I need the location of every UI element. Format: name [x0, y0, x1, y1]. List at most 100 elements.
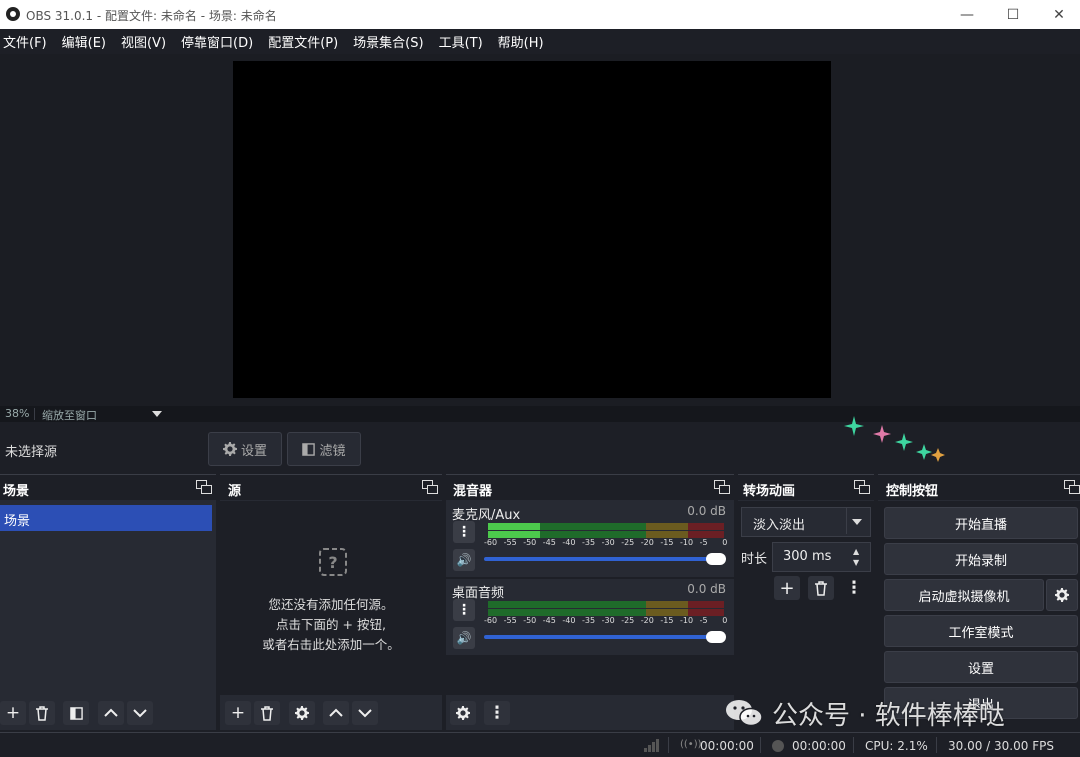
maximize-button[interactable]: ☐ [990, 0, 1036, 29]
undock-icon[interactable] [196, 480, 212, 494]
spin-up-icon[interactable]: ▲ [853, 547, 859, 556]
mute-button[interactable]: 🔊 [453, 549, 475, 571]
duration-spinbox[interactable]: 300 ms ▲ ▼ [772, 542, 871, 572]
move-source-up-button[interactable] [323, 701, 349, 725]
plus-icon: + [779, 577, 795, 599]
mixer-title: 混音器 [453, 484, 493, 499]
speaker-icon: 🔊 [456, 631, 472, 645]
obs-logo-icon [6, 7, 20, 21]
remove-source-button[interactable] [254, 701, 280, 725]
undock-icon[interactable] [422, 480, 438, 494]
menu-docks[interactable]: 停靠窗口(D) [178, 32, 261, 51]
controls-dock: 控制按钮 开始直播 开始录制 启动虚拟摄像机 工作室模式 设置 退出 [878, 474, 1080, 730]
minimize-button[interactable]: — [944, 0, 990, 29]
menu-bar: 文件(F) 编辑(E) 视图(V) 停靠窗口(D) 配置文件(P) 场景集合(S… [0, 29, 1080, 54]
undock-icon[interactable] [714, 480, 730, 494]
remove-transition-button[interactable] [808, 576, 834, 600]
menu-view[interactable]: 视图(V) [118, 32, 174, 51]
window-title: OBS 31.0.1 - 配置文件: 未命名 - 场景: 未命名 [26, 9, 277, 23]
menu-edit[interactable]: 编辑(E) [59, 32, 114, 51]
stream-time: 00:00:00 [700, 739, 754, 753]
divider [34, 408, 35, 420]
chevron-down-icon[interactable] [152, 411, 162, 417]
channel-menu-button[interactable]: ⋮ [453, 599, 475, 621]
gear-icon [222, 442, 237, 456]
settings-button[interactable]: 设置 [884, 651, 1078, 683]
add-transition-button[interactable]: + [774, 576, 800, 600]
chevron-down-icon [852, 519, 862, 525]
transition-select[interactable]: 淡入淡出 [741, 507, 871, 537]
studio-mode-button[interactable]: 工作室模式 [884, 615, 1078, 647]
virtual-camera-button[interactable]: 启动虚拟摄像机 [884, 579, 1044, 611]
divider [936, 737, 937, 753]
slider-knob[interactable] [706, 553, 726, 565]
tick-label: -50 [523, 538, 537, 547]
chevron-up-icon [329, 708, 343, 717]
add-scene-button[interactable]: + [0, 701, 26, 725]
tick-label: -45 [542, 616, 556, 625]
remove-scene-button[interactable] [29, 701, 55, 725]
channel-menu-button[interactable]: ⋮ [453, 521, 475, 543]
undock-icon[interactable] [1064, 480, 1080, 494]
volume-slider[interactable] [484, 631, 726, 643]
tick-label: -25 [621, 538, 635, 547]
spin-down-icon[interactable]: ▼ [853, 558, 859, 567]
mute-button[interactable]: 🔊 [453, 627, 475, 649]
cpu-usage: CPU: 2.1% [865, 739, 928, 753]
move-scene-up-button[interactable] [98, 701, 124, 725]
menu-scene-collection[interactable]: 场景集合(S) [350, 32, 431, 51]
divider [846, 508, 847, 534]
record-status-icon [772, 740, 784, 752]
menu-profile[interactable]: 配置文件(P) [265, 32, 346, 51]
scenes-footer: + [0, 695, 216, 730]
scene-item[interactable]: 场景 [0, 505, 212, 531]
no-source-label: 未选择源 [5, 445, 58, 460]
hint-line: 您还没有添加任何源。 [268, 597, 394, 612]
dock-title: 源 [220, 475, 442, 500]
add-source-button[interactable]: + [225, 701, 251, 725]
settings-label: 设置 [240, 443, 267, 459]
divider [668, 737, 669, 753]
tick-label: 0 [722, 616, 728, 625]
volume-slider[interactable] [484, 553, 726, 565]
source-properties-button[interactable] [289, 701, 315, 725]
close-button[interactable]: ✕ [1036, 0, 1080, 29]
slider-knob[interactable] [706, 631, 726, 643]
status-bar: ((•)) 00:00:00 00:00:00 CPU: 2.1% 30.00 … [0, 732, 1080, 757]
undock-icon[interactable] [854, 480, 870, 494]
transition-properties-button[interactable]: ⋮ [841, 576, 867, 600]
source-settings-button[interactable]: 设置 [208, 432, 282, 466]
sparkle-decoration-icon [844, 416, 945, 462]
start-record-button[interactable]: 开始录制 [884, 543, 1078, 575]
trash-icon [815, 580, 827, 596]
menu-tools[interactable]: 工具(T) [436, 32, 491, 51]
virtual-camera-settings-button[interactable] [1046, 579, 1078, 611]
mixer-menu-button[interactable]: ⋮ [484, 701, 510, 725]
start-stream-button[interactable]: 开始直播 [884, 507, 1078, 539]
meter-ticks: -60 -55 -50 -45 -40 -35 -30 -25 -20 -15 -10 -5 0 [482, 538, 728, 548]
tick-label: -40 [562, 538, 576, 547]
advanced-audio-button[interactable] [450, 701, 476, 725]
menu-file[interactable]: 文件(F) [0, 32, 55, 51]
gears-icon [456, 706, 470, 720]
question-icon: ? [319, 548, 347, 576]
more-vertical-icon: ⋮ [845, 578, 863, 598]
controls-title: 控制按钮 [886, 484, 939, 499]
tick-label: -10 [680, 616, 694, 625]
move-scene-down-button[interactable] [127, 701, 153, 725]
source-list[interactable]: ? 您还没有添加任何源。 点击下面的 + 按钮, 或者右击此处添加一个。 [220, 501, 442, 695]
volume-meter [488, 523, 724, 530]
move-source-down-button[interactable] [352, 701, 378, 725]
trash-icon [36, 705, 48, 721]
scenes-title: 场景 [3, 484, 30, 499]
tick-label: -50 [523, 616, 537, 625]
tick-label: -30 [601, 538, 615, 547]
tick-label: -30 [601, 616, 615, 625]
menu-help[interactable]: 帮助(H) [495, 32, 552, 51]
source-filters-button[interactable]: 滤镜 [287, 432, 361, 466]
dock-title: 混音器 [446, 475, 734, 500]
preview-canvas[interactable] [233, 61, 831, 398]
zoom-mode-select[interactable]: 缩放至窗口 [42, 407, 97, 423]
scene-filters-button[interactable] [63, 701, 89, 725]
tick-label: -15 [660, 538, 674, 547]
